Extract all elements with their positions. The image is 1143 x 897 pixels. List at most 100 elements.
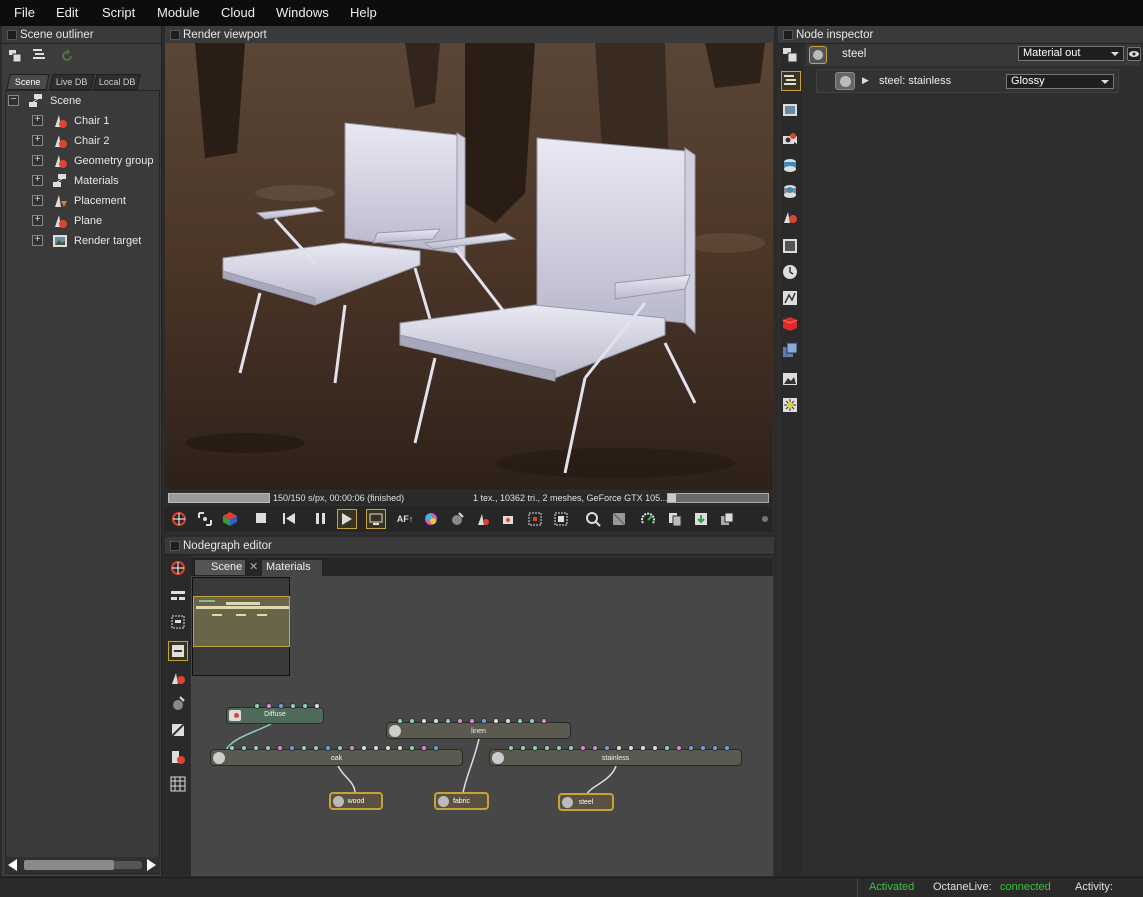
tab-scene[interactable]: Scene: [6, 74, 50, 90]
node-stainless[interactable]: stainless: [489, 745, 742, 766]
menu-module[interactable]: Module: [157, 5, 200, 20]
outliner-scrollbar[interactable]: [6, 857, 160, 873]
focus-picker-icon[interactable]: AF↑: [395, 509, 415, 529]
tree-row-render-target[interactable]: + Render target: [2, 231, 160, 251]
film-settings-icon[interactable]: [782, 238, 800, 256]
node-output-fabric[interactable]: fabric: [434, 792, 489, 810]
animation-settings-icon[interactable]: [782, 290, 800, 308]
render-image[interactable]: [165, 43, 773, 490]
node-output-wood[interactable]: wood: [329, 792, 383, 810]
show-minimap-icon[interactable]: [168, 641, 188, 661]
white-balance-picker-icon[interactable]: [421, 509, 441, 529]
expand-icon[interactable]: +: [32, 215, 43, 226]
tree-row-placement[interactable]: + Placement: [2, 191, 160, 211]
instances-icon[interactable]: [782, 342, 800, 360]
menu-script[interactable]: Script: [102, 5, 135, 20]
close-tab-icon[interactable]: ✕: [249, 560, 258, 573]
expand-icon[interactable]: +: [32, 155, 43, 166]
menu-cloud[interactable]: Cloud: [221, 5, 255, 20]
add-emission-icon[interactable]: [169, 749, 187, 767]
collapse-all-icon[interactable]: [30, 45, 48, 63]
expand-icon[interactable]: +: [32, 235, 43, 246]
export-passes-icon[interactable]: [717, 509, 737, 529]
tree-row-plane[interactable]: + Plane: [2, 211, 160, 231]
clock-icon[interactable]: [782, 264, 800, 282]
scene-outliner-title: Scene outliner: [20, 29, 94, 41]
visible-environment-icon[interactable]: [782, 183, 800, 201]
tab-live-db[interactable]: Live DB: [49, 74, 95, 90]
panel-toggle[interactable]: [170, 541, 180, 551]
nodegraph-canvas[interactable]: Diffuse linen oak stainless wood fabric …: [191, 576, 773, 876]
nodegraph-tab-materials[interactable]: Materials: [261, 559, 323, 576]
add-grid-icon[interactable]: [169, 775, 187, 793]
pause-render-button[interactable]: [311, 509, 331, 529]
viewport-resolution-icon[interactable]: [609, 509, 629, 529]
menu-edit[interactable]: Edit: [56, 5, 78, 20]
expand-icon[interactable]: +: [32, 175, 43, 186]
save-render-icon[interactable]: [691, 509, 711, 529]
menu-windows[interactable]: Windows: [276, 5, 329, 20]
menu-help[interactable]: Help: [350, 5, 377, 20]
menu-file[interactable]: File: [14, 5, 35, 20]
node-linen[interactable]: linen: [386, 718, 571, 739]
expand-all-icon[interactable]: [782, 47, 800, 65]
stop-render-button[interactable]: [252, 509, 272, 529]
film-region-picker-icon[interactable]: [551, 509, 571, 529]
restart-render-button[interactable]: [279, 509, 299, 529]
add-environment-icon[interactable]: [169, 721, 187, 739]
panel-toggle[interactable]: [7, 30, 17, 40]
image-texture-icon[interactable]: [782, 371, 800, 389]
panel-toggle[interactable]: [170, 30, 180, 40]
render-priority-icon[interactable]: [638, 509, 658, 529]
tree-row-chair-1[interactable]: + Chair 1: [2, 111, 160, 131]
refresh-icon[interactable]: [58, 47, 76, 65]
expand-all-icon[interactable]: [6, 47, 24, 65]
panel-toggle[interactable]: [783, 30, 793, 40]
expand-icon[interactable]: +: [32, 195, 43, 206]
node-type-dropdown[interactable]: Material out: [1018, 46, 1124, 61]
material-picker-icon[interactable]: [447, 509, 467, 529]
camera-target-picker-icon[interactable]: [499, 509, 519, 529]
recenter-view-icon[interactable]: [169, 509, 189, 529]
scroll-thumb[interactable]: [24, 860, 114, 870]
expand-icon[interactable]: +: [32, 115, 43, 126]
recenter-graph-icon[interactable]: [169, 559, 187, 577]
color-cube-icon[interactable]: [220, 509, 240, 529]
add-material-icon[interactable]: [169, 669, 187, 687]
tree-row-materials[interactable]: + Materials: [2, 171, 160, 191]
object-picker-icon[interactable]: [473, 509, 493, 529]
zoom-icon[interactable]: [583, 509, 603, 529]
tree-row-geometry-group[interactable]: + Geometry group: [2, 151, 160, 171]
eye-icon[interactable]: [1127, 47, 1141, 61]
reset-camera-icon[interactable]: [195, 509, 215, 529]
material-icon[interactable]: [782, 209, 800, 227]
scroll-right-icon[interactable]: [147, 859, 156, 871]
render-target-icon[interactable]: [782, 102, 800, 120]
geometry-object-icon[interactable]: [782, 316, 800, 334]
add-texture-icon[interactable]: [169, 695, 187, 713]
fit-nodes-icon[interactable]: [169, 613, 187, 631]
start-render-button[interactable]: [337, 509, 357, 529]
environment-icon[interactable]: [782, 157, 800, 175]
collapse-all-icon[interactable]: [781, 71, 801, 91]
realtime-mode-icon[interactable]: [366, 509, 386, 529]
copy-to-clipboard-icon[interactable]: [665, 509, 685, 529]
scroll-left-icon[interactable]: [8, 859, 17, 871]
expand-arrow-icon[interactable]: ▶: [862, 75, 869, 86]
node-output-steel[interactable]: steel: [558, 793, 614, 811]
collapse-icon[interactable]: −: [8, 95, 19, 106]
tree-row-chair-2[interactable]: + Chair 2: [2, 131, 160, 151]
material-type-dropdown[interactable]: Glossy: [1006, 74, 1114, 89]
camera-icon[interactable]: [782, 131, 800, 149]
tab-local-db[interactable]: Local DB: [93, 74, 141, 90]
tree-row-scene[interactable]: − Scene: [2, 91, 160, 111]
render-region-picker-icon[interactable]: [525, 509, 545, 529]
node-diffuse[interactable]: Diffuse: [226, 703, 324, 724]
expand-icon[interactable]: +: [32, 135, 43, 146]
node-oak[interactable]: oak: [210, 745, 463, 766]
nodegraph-tab-scene[interactable]: Scene: [194, 559, 246, 576]
emission-icon[interactable]: [782, 397, 800, 415]
more-options-icon[interactable]: [755, 509, 775, 529]
rearrange-nodes-icon[interactable]: [169, 588, 187, 606]
inspector-child-row[interactable]: ▶ steel: stainless Glossy: [816, 69, 1119, 93]
